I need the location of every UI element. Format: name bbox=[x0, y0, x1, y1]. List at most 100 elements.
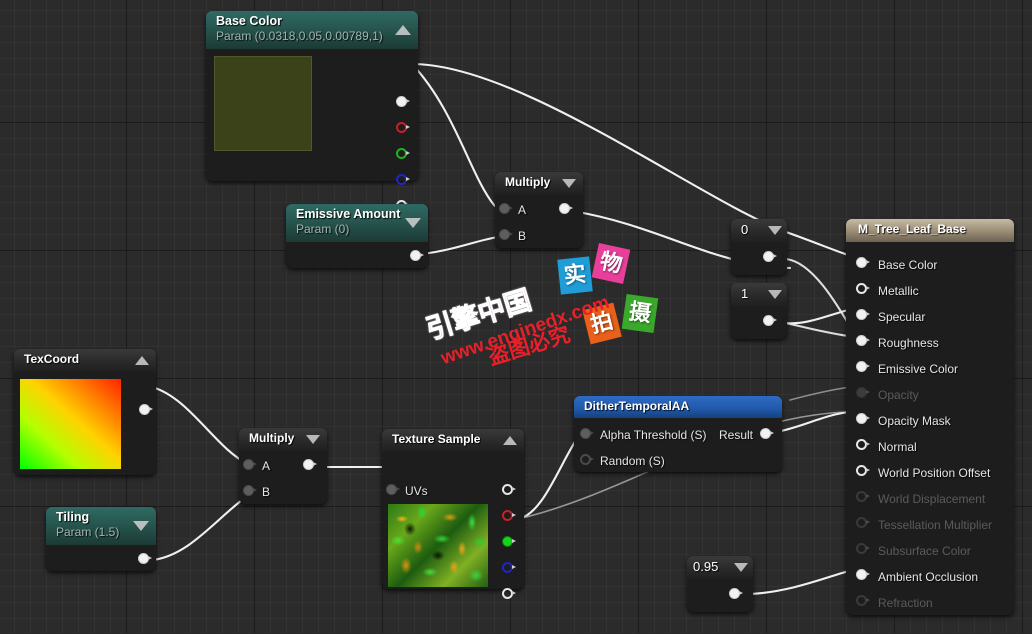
input-pin-b[interactable] bbox=[499, 229, 513, 240]
node-header[interactable]: Multiply bbox=[239, 428, 327, 451]
node-texcoord[interactable]: TexCoord bbox=[14, 349, 156, 475]
output-pin-g[interactable] bbox=[396, 148, 410, 159]
output-pin-rgb[interactable] bbox=[396, 96, 410, 107]
material-input-label: Metallic bbox=[878, 284, 919, 298]
chevron-up-icon[interactable] bbox=[503, 435, 517, 445]
material-input-label: Ambient Occlusion bbox=[878, 570, 979, 584]
material-pin-row[interactable]: Normal bbox=[846, 436, 1014, 458]
output-pin-r[interactable] bbox=[502, 510, 516, 521]
node-title: Texture Sample bbox=[392, 432, 481, 446]
material-pin-row[interactable]: Metallic bbox=[846, 280, 1014, 302]
node-base-color[interactable]: Base Color Param (0.0318,0.05,0.00789,1) bbox=[206, 11, 418, 211]
material-input-label: Opacity Mask bbox=[878, 414, 951, 428]
material-pin-row[interactable]: Base Color bbox=[846, 254, 1014, 276]
output-pin[interactable] bbox=[138, 553, 152, 564]
material-pin-row[interactable]: Specular bbox=[846, 306, 1014, 328]
material-pin-row[interactable]: Opacity Mask bbox=[846, 410, 1014, 432]
node-constant-zero-point-nine-five[interactable]: 0.95 bbox=[687, 556, 753, 612]
node-constant-zero[interactable]: 0 bbox=[731, 219, 787, 275]
output-pin-result[interactable] bbox=[760, 428, 774, 439]
output-pin-rgb[interactable] bbox=[502, 484, 516, 495]
input-label-alpha-threshold: Alpha Threshold (S) bbox=[600, 428, 707, 442]
input-pin-random[interactable] bbox=[580, 454, 594, 465]
node-header[interactable]: 1 bbox=[731, 283, 787, 306]
material-graph-canvas[interactable]: Base Color Param (0.0318,0.05,0.00789,1)… bbox=[0, 0, 1032, 634]
output-pin[interactable] bbox=[763, 315, 777, 326]
input-pin-a[interactable] bbox=[499, 203, 513, 214]
input-pin-uvs[interactable] bbox=[386, 484, 400, 495]
material-pin-row[interactable]: Roughness bbox=[846, 332, 1014, 354]
node-title: DitherTemporalAA bbox=[584, 399, 690, 413]
node-multiply-uv[interactable]: Multiply A B bbox=[239, 428, 327, 504]
material-input-label: Specular bbox=[878, 310, 926, 324]
material-pin-row[interactable]: Emissive Color bbox=[846, 358, 1014, 380]
chevron-down-icon[interactable] bbox=[405, 218, 421, 228]
node-emissive-amount[interactable]: Emissive Amount Param (0) bbox=[286, 204, 428, 268]
output-pin[interactable] bbox=[303, 459, 317, 470]
material-input-pin[interactable] bbox=[856, 439, 870, 450]
output-pin-g[interactable] bbox=[502, 536, 516, 547]
output-pin-r[interactable] bbox=[396, 122, 410, 133]
node-header[interactable]: 0.95 bbox=[687, 556, 753, 579]
material-pin-row[interactable]: World Displacement bbox=[846, 488, 1014, 510]
chevron-down-icon[interactable] bbox=[562, 178, 576, 188]
node-dither-temporal-aa[interactable]: DitherTemporalAA Alpha Threshold (S) Ran… bbox=[574, 396, 782, 472]
material-input-pin[interactable] bbox=[856, 309, 870, 320]
material-input-pin[interactable] bbox=[856, 257, 870, 268]
chevron-down-icon[interactable] bbox=[133, 521, 149, 531]
material-pin-row[interactable]: Opacity bbox=[846, 384, 1014, 406]
material-pin-row[interactable]: Subsurface Color bbox=[846, 540, 1014, 562]
input-label-a: A bbox=[518, 203, 527, 217]
material-input-pin[interactable] bbox=[856, 569, 870, 580]
node-header[interactable]: DitherTemporalAA bbox=[574, 396, 782, 418]
output-pin-a[interactable] bbox=[502, 588, 516, 599]
node-body bbox=[206, 49, 418, 211]
input-pin-a[interactable] bbox=[243, 459, 257, 470]
material-input-pin[interactable] bbox=[856, 413, 870, 424]
node-header[interactable]: Texture Sample bbox=[382, 429, 524, 452]
chevron-down-icon[interactable] bbox=[734, 562, 748, 572]
output-pin-b[interactable] bbox=[396, 174, 410, 185]
node-texture-sample[interactable]: Texture Sample UVs bbox=[382, 429, 524, 599]
material-input-label: Tessellation Multiplier bbox=[878, 518, 993, 532]
output-pin[interactable] bbox=[729, 588, 743, 599]
material-pin-row[interactable]: World Position Offset bbox=[846, 462, 1014, 484]
chevron-up-icon[interactable] bbox=[135, 355, 149, 365]
output-pin[interactable] bbox=[139, 404, 153, 415]
node-tiling[interactable]: Tiling Param (1.5) bbox=[46, 507, 156, 571]
material-pin-row[interactable]: Tessellation Multiplier bbox=[846, 514, 1014, 536]
material-input-label: Subsurface Color bbox=[878, 544, 971, 558]
output-pin-b[interactable] bbox=[502, 562, 516, 573]
node-header[interactable]: Emissive Amount Param (0) bbox=[286, 204, 428, 242]
material-input-pin[interactable] bbox=[856, 465, 870, 476]
chevron-down-icon[interactable] bbox=[768, 225, 782, 235]
material-input-pin[interactable] bbox=[856, 283, 870, 294]
input-label-a: A bbox=[262, 459, 271, 473]
node-header[interactable]: TexCoord bbox=[14, 349, 156, 372]
output-pin[interactable] bbox=[763, 251, 777, 262]
node-subtitle: Param (0.0318,0.05,0.00789,1) bbox=[216, 29, 383, 43]
node-title: Emissive Amount bbox=[296, 207, 401, 221]
input-pin-b[interactable] bbox=[243, 485, 257, 496]
node-header[interactable]: Multiply bbox=[495, 172, 583, 195]
chevron-up-icon[interactable] bbox=[395, 25, 411, 35]
output-pin[interactable] bbox=[410, 250, 424, 261]
node-header[interactable]: Tiling Param (1.5) bbox=[46, 507, 156, 545]
material-input-pin[interactable] bbox=[856, 361, 870, 372]
material-pin-row[interactable]: Refraction bbox=[846, 592, 1014, 614]
node-header[interactable]: Base Color Param (0.0318,0.05,0.00789,1) bbox=[206, 11, 418, 49]
texture-preview bbox=[388, 504, 488, 587]
output-pin[interactable] bbox=[559, 203, 573, 214]
material-input-pin[interactable] bbox=[856, 335, 870, 346]
input-pin-alpha-threshold[interactable] bbox=[580, 428, 594, 439]
node-material-output[interactable]: M_Tree_Leaf_Base Base Color Metallic Specu… bbox=[846, 219, 1014, 615]
output-label-result: Result bbox=[719, 428, 754, 442]
chevron-down-icon[interactable] bbox=[768, 289, 782, 299]
node-multiply-emissive[interactable]: Multiply A B bbox=[495, 172, 583, 248]
node-body bbox=[14, 372, 156, 475]
node-header[interactable]: 0 bbox=[731, 219, 787, 242]
node-header[interactable]: M_Tree_Leaf_Base bbox=[846, 219, 1014, 242]
chevron-down-icon[interactable] bbox=[306, 434, 320, 444]
node-constant-one[interactable]: 1 bbox=[731, 283, 787, 339]
material-pin-row[interactable]: Ambient Occlusion bbox=[846, 566, 1014, 588]
